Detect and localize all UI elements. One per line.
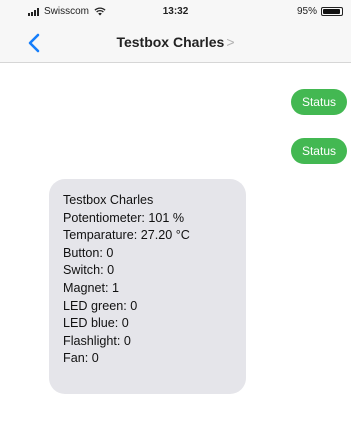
message-line: Potentiometer: 101 %	[63, 210, 185, 225]
message-line: Testbox Charles	[63, 193, 154, 207]
outgoing-message[interactable]: Status	[290, 89, 347, 115]
chevron-right-icon[interactable]: >	[226, 34, 234, 50]
message-line: Magnet: 1	[63, 280, 120, 295]
status-bar-right: 95%	[297, 6, 343, 17]
contact-name[interactable]: Testbox Charles	[116, 34, 224, 50]
message-line: Fan: 0	[63, 351, 99, 366]
messages-screen: Swisscom 13:32 95% Testbox Charles > Stat…	[0, 0, 351, 421]
status-bar: Swisscom 13:32 95%	[0, 0, 351, 24]
message-line: LED blue: 0	[63, 316, 129, 331]
conversation-title[interactable]: Testbox Charles >	[0, 34, 351, 50]
battery-fill	[323, 9, 341, 14]
outgoing-message[interactable]: Status	[290, 138, 347, 164]
message-line: LED green: 0	[63, 298, 138, 313]
navigation-bar: Testbox Charles >	[0, 24, 351, 63]
message-line: Flashlight: 0	[63, 333, 131, 348]
battery-icon	[321, 7, 343, 16]
battery-percent: 95%	[296, 6, 317, 17]
message-line: Switch: 0	[63, 263, 115, 278]
incoming-message[interactable]: Testbox Charles Potentiometer: 101 % Tem…	[49, 179, 246, 394]
message-line: Button: 0	[63, 245, 114, 260]
message-line: Temparature: 27.20 °C	[63, 228, 190, 243]
